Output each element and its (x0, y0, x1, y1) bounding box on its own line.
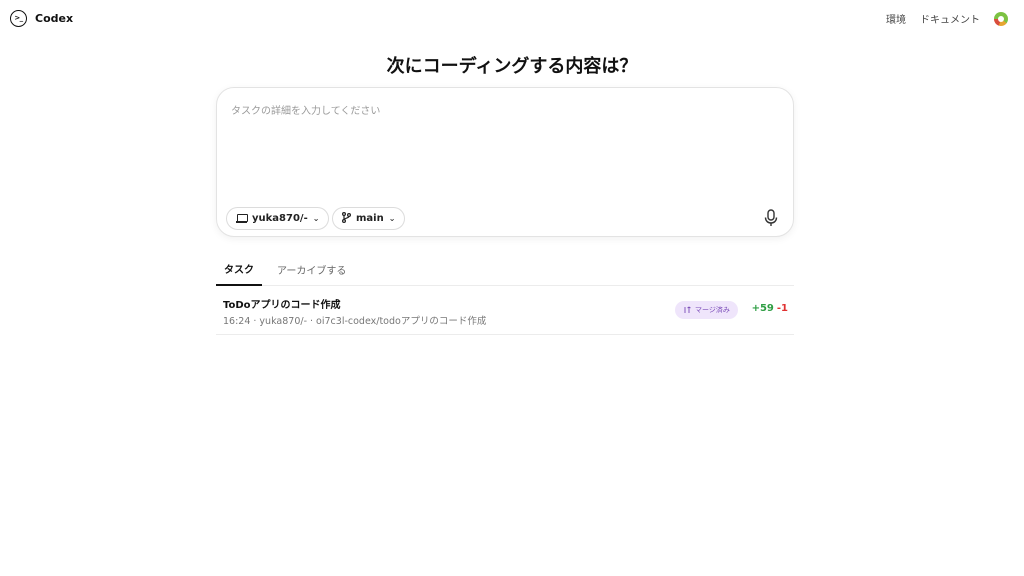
top-bar: >_ Codex 環境 ドキュメント (0, 0, 1024, 38)
chevron-down-icon: ⌄ (388, 214, 396, 223)
status-label: マージ済み (695, 306, 730, 314)
git-branch-icon (342, 211, 351, 226)
microphone-icon (764, 209, 778, 226)
environment-selector[interactable]: yuka870/- ⌄ (226, 207, 330, 230)
chevron-down-icon: ⌄ (312, 214, 320, 223)
task-description-input[interactable] (231, 102, 779, 182)
task-composer: yuka870/- ⌄ main ⌄ (216, 87, 794, 237)
user-avatar[interactable] (994, 11, 1008, 26)
laptop-icon (236, 214, 248, 223)
environment-label: yuka870/- (252, 213, 308, 224)
branch-label: main (356, 213, 384, 224)
task-list-item[interactable]: ToDoアプリのコード作成 16:24 · yuka870/- · oi7c3l… (216, 287, 794, 335)
app-name: Codex (35, 12, 74, 25)
page-heading: 次にコーディングする内容は？ (386, 56, 638, 77)
brand[interactable]: >_ Codex (10, 10, 73, 27)
task-title: ToDoアプリのコード作成 (223, 300, 341, 311)
nav-environments-link[interactable]: 環境 (886, 11, 906, 26)
deletions-count: -1 (776, 303, 788, 314)
tab-archive[interactable]: アーカイブする (269, 252, 354, 286)
tab-tasks[interactable]: タスク (216, 252, 262, 286)
codex-logo-icon: >_ (10, 10, 27, 27)
microphone-button[interactable] (763, 208, 779, 228)
branch-selector[interactable]: main ⌄ (332, 207, 406, 230)
additions-count: +59 (751, 303, 774, 314)
merge-icon (684, 306, 691, 313)
diff-stats: +59 -1 (752, 303, 788, 314)
top-nav: 環境 ドキュメント (886, 11, 1008, 26)
task-tabs: タスク アーカイブする (216, 252, 794, 286)
task-meta: 16:24 · yuka870/- · oi7c3l-codex/todoアプリ… (223, 316, 487, 327)
status-badge: マージ済み (675, 301, 738, 319)
nav-docs-link[interactable]: ドキュメント (920, 11, 980, 26)
